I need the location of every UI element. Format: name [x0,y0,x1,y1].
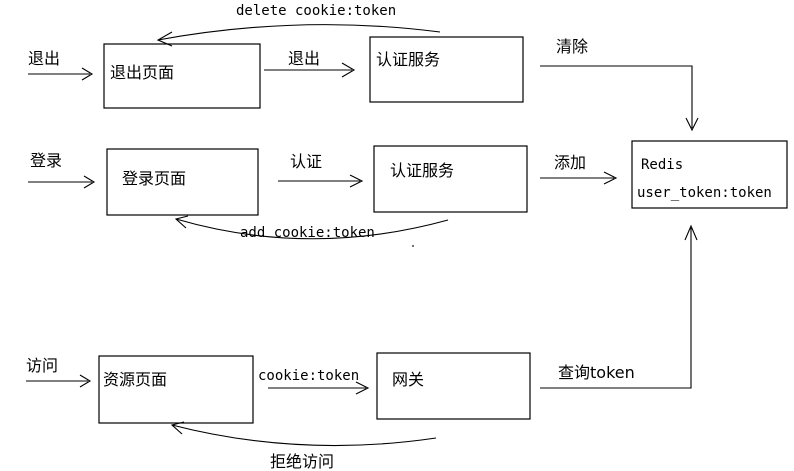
login-flow: 登录 登录页面 认证 认证服务 添加 add cookie:token [28,145,618,247]
logout-page-label: 退出页面 [110,63,174,82]
redis-title: Redis [641,157,683,173]
gateway-label: 网关 [392,370,424,389]
access-flow: 访问 资源页面 cookie:token 网关 查询token 拒绝访问 [26,224,698,471]
logout-auth-service-label: 认证服务 [376,50,440,69]
login-auth-service-label: 认证服务 [390,161,454,180]
login-trigger-arrow [28,175,96,189]
redis-entry: user_token:token [637,185,772,201]
logout-clear-arrow [540,65,699,132]
login-call-label: 认证 [290,152,322,171]
login-trigger-label: 登录 [30,151,62,170]
login-add-label: 添加 [554,153,586,172]
access-denied-label: 拒绝访问 [270,452,334,471]
resource-page-label: 资源页面 [103,370,167,389]
login-add-arrow [540,171,618,185]
query-token-label: 查询token [558,363,635,382]
resource-page-box [98,355,254,424]
login-page-label: 登录页面 [122,169,186,188]
flow-diagram: 退出 退出页面 退出 认证服务 清除 delete cookie:token 登… [0,0,794,471]
redis-store: Redis user_token:token [631,140,788,209]
access-trigger-label: 访问 [26,356,58,375]
logout-trigger-label: 退出 [28,49,60,68]
login-call-arrow [278,174,364,188]
logout-response-label: delete cookie:token [236,3,396,19]
access-trigger-arrow [26,374,92,388]
access-call-label: cookie:token [258,368,359,384]
logout-auth-service-box [369,36,524,103]
logout-call-label: 退出 [288,49,320,68]
logout-flow: 退出 退出页面 退出 认证服务 清除 delete cookie:token [28,3,699,132]
logout-trigger-arrow [28,67,94,81]
diagram-canvas: 退出 退出页面 退出 认证服务 清除 delete cookie:token 登… [26,3,788,471]
access-denied-arrow [170,421,437,447]
logout-clear-label: 清除 [556,37,588,56]
